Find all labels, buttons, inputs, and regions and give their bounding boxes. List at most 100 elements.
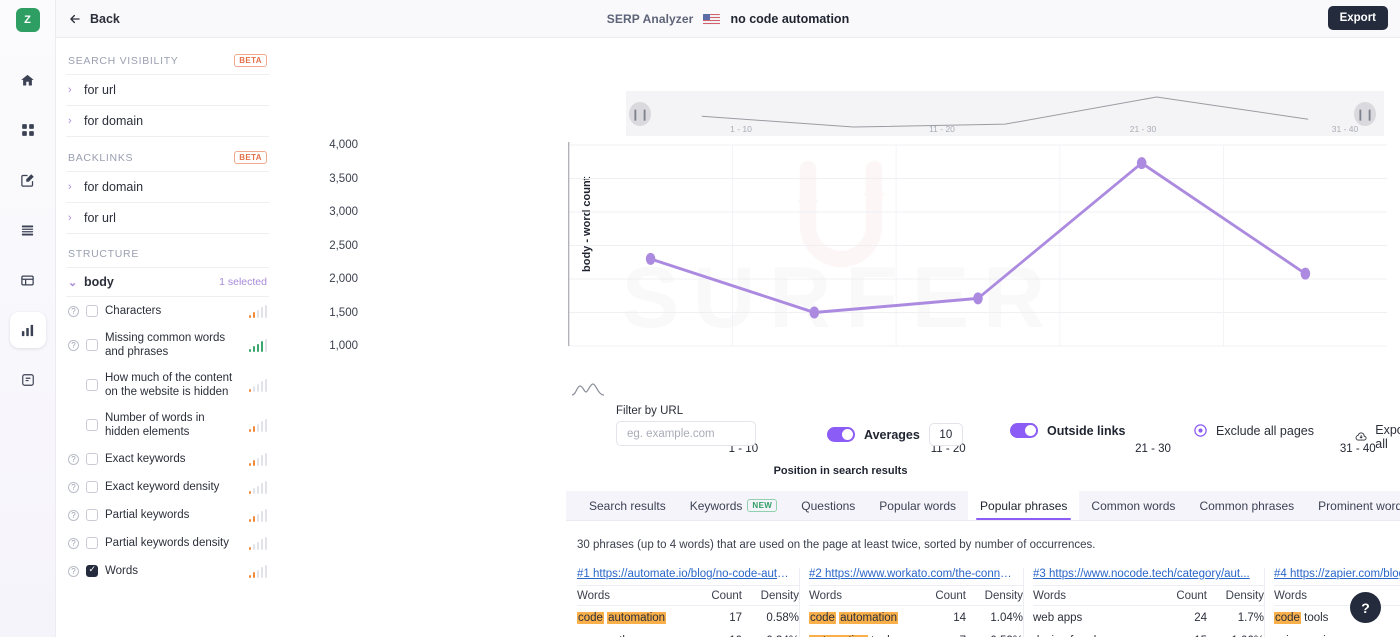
column-header-density: Density (973, 590, 1023, 602)
tab-popular-phrases[interactable]: Popular phrases (968, 491, 1079, 520)
back-button[interactable]: Back (68, 12, 120, 26)
section-title: SEARCH VISIBILITY (68, 55, 179, 67)
averages-control: Averages 10 (827, 423, 963, 446)
help-icon[interactable]: ? (68, 510, 79, 521)
metric-checkbox[interactable] (86, 509, 98, 521)
metric-row[interactable]: ?How much of the content on the website … (66, 365, 269, 405)
metric-signal-bars (249, 565, 268, 578)
metric-list: ?Characters? Missing common words and phr… (66, 297, 269, 585)
exclude-all-pages-button[interactable]: Exclude all pages (1193, 423, 1314, 438)
cloud-download-icon (1355, 429, 1367, 445)
grid-icon[interactable] (10, 112, 46, 148)
metric-checkbox[interactable] (86, 481, 98, 493)
help-icon[interactable]: ? (68, 306, 79, 317)
filter-by-url-input[interactable] (616, 421, 756, 446)
tab-keywords[interactable]: KeywordsNEW (678, 491, 790, 520)
metric-row[interactable]: ?Words (66, 557, 269, 585)
structure-group-body[interactable]: ⌄ body 1 selected (66, 267, 269, 296)
cell-word: web apps (1033, 612, 1170, 624)
metric-row[interactable]: ? Missing common words and phrases (66, 325, 269, 365)
metric-checkbox[interactable] (86, 379, 98, 391)
metric-signal-bars (249, 339, 268, 352)
sidebar-item-bl-for-domain[interactable]: › for domain (66, 171, 269, 202)
table-row[interactable]: code automation141.04% (809, 606, 1023, 629)
home-icon[interactable] (10, 62, 46, 98)
table-row[interactable]: using zapier20.2% (1274, 629, 1400, 637)
metric-checkbox[interactable] (86, 305, 98, 317)
structure-group-label: body (84, 275, 114, 289)
eye-circle-icon (1193, 423, 1208, 438)
help-icon[interactable]: ? (68, 566, 79, 577)
data-point[interactable] (973, 292, 983, 304)
metric-label: Missing common words and phrases (105, 331, 242, 359)
tab-questions[interactable]: Questions (789, 491, 867, 520)
content-editor-icon[interactable] (10, 162, 46, 198)
metrics-sidebar[interactable]: SEARCH VISIBILITY BETA › for url › for d… (56, 38, 281, 637)
table-column: #3 https://www.nocode.tech/category/aut.… (1023, 568, 1264, 637)
sidebar-item-bl-for-url[interactable]: › for url (66, 202, 269, 233)
metric-row[interactable]: ?Partial keywords (66, 501, 269, 529)
audit-icon[interactable] (10, 212, 46, 248)
tab-search-results[interactable]: Search results (577, 491, 678, 520)
table-row[interactable]: web apps241.7% (1033, 606, 1264, 629)
sidebar-item-sv-for-url[interactable]: › for url (66, 74, 269, 105)
data-point[interactable] (1301, 268, 1311, 280)
table-icon[interactable] (10, 262, 46, 298)
metric-row[interactable]: ?Partial keywords density (66, 529, 269, 557)
serp-analyzer-icon[interactable] (10, 312, 46, 348)
data-point[interactable] (646, 253, 656, 265)
chart-controls: Filter by URL Averages 10 Outside links … (281, 400, 1400, 452)
data-point[interactable] (809, 307, 819, 319)
outside-links-toggle[interactable] (1010, 423, 1038, 438)
table-row[interactable]: design freedom151.06% (1033, 629, 1264, 637)
tab-label: Popular words (879, 499, 956, 513)
metric-checkbox[interactable] (86, 537, 98, 549)
help-icon[interactable]: ? (68, 538, 79, 549)
averages-toggle[interactable] (827, 427, 855, 442)
data-point[interactable] (1137, 157, 1147, 169)
tab-popular-words[interactable]: Popular words (867, 491, 968, 520)
arrow-left-icon (68, 12, 82, 26)
page-url-link[interactable]: #4 https://zapier.com/blog/what-is-no-co… (1274, 568, 1400, 585)
metric-checkbox[interactable] (86, 453, 98, 465)
metric-row[interactable]: ?Exact keywords (66, 445, 269, 473)
averages-value-input[interactable]: 10 (929, 423, 963, 446)
navigator-right-handle[interactable]: ❙❙ (1354, 102, 1376, 126)
tab-prominent-words-and-phrases[interactable]: Prominent words and phrases (1306, 491, 1400, 520)
help-icon[interactable]: ? (68, 454, 79, 465)
result-tabs[interactable]: Search resultsKeywordsNEWQuestions Popula… (566, 491, 1400, 521)
column-header-count: Count (929, 590, 973, 602)
help-button[interactable]: ? (1350, 592, 1381, 623)
help-icon[interactable]: ? (68, 340, 79, 351)
column-header-count: Count (705, 590, 749, 602)
metric-row[interactable]: ?Exact keyword density (66, 473, 269, 501)
table-row[interactable]: automation tool70.52% (809, 629, 1023, 637)
metric-row[interactable]: ?Number of words in hidden elements (66, 405, 269, 445)
table-row[interactable]: code automation170.58% (577, 606, 799, 629)
metric-checkbox[interactable] (86, 419, 98, 431)
export-button[interactable]: Export (1328, 6, 1388, 30)
table-row[interactable]: code tools40.4% (1274, 606, 1400, 629)
app-logo[interactable]: Z (16, 8, 40, 32)
chart-navigator[interactable]: 1 - 10 11 - 20 21 - 30 31 - 40 41 - 48 (626, 91, 1384, 136)
page-url-link[interactable]: #3 https://www.nocode.tech/category/aut.… (1033, 568, 1264, 585)
tab-common-phrases[interactable]: Common phrases (1187, 491, 1306, 520)
metric-checkbox[interactable] (86, 565, 98, 577)
table-row[interactable]: per month100.34% (577, 629, 799, 637)
section-header-search-visibility: SEARCH VISIBILITY BETA (66, 54, 269, 74)
tab-common-words[interactable]: Common words (1079, 491, 1187, 520)
table-description: 30 phrases (up to 4 words) that are used… (577, 539, 1095, 551)
metric-row[interactable]: ?Characters (66, 297, 269, 325)
sidebar-item-sv-for-domain[interactable]: › for domain (66, 105, 269, 136)
page-url-link[interactable]: #1 https://automate.io/blog/no-code-auto… (577, 568, 799, 585)
page-url-link[interactable]: #2 https://www.workato.com/the-connect..… (809, 568, 1023, 585)
notes-icon[interactable] (10, 362, 46, 398)
export-all-button[interactable]: Export all (1355, 423, 1400, 451)
help-icon[interactable]: ? (68, 482, 79, 493)
metric-checkbox[interactable] (86, 339, 98, 351)
sidebar-item-label: for domain (84, 180, 143, 194)
main-panel: 1 - 10 11 - 20 21 - 30 31 - 40 41 - 48 ❙… (281, 38, 1400, 637)
phrases-table[interactable]: #1 https://automate.io/blog/no-code-auto… (577, 568, 1400, 637)
beta-badge: BETA (234, 54, 267, 67)
navigator-left-handle[interactable]: ❙❙ (629, 102, 651, 126)
